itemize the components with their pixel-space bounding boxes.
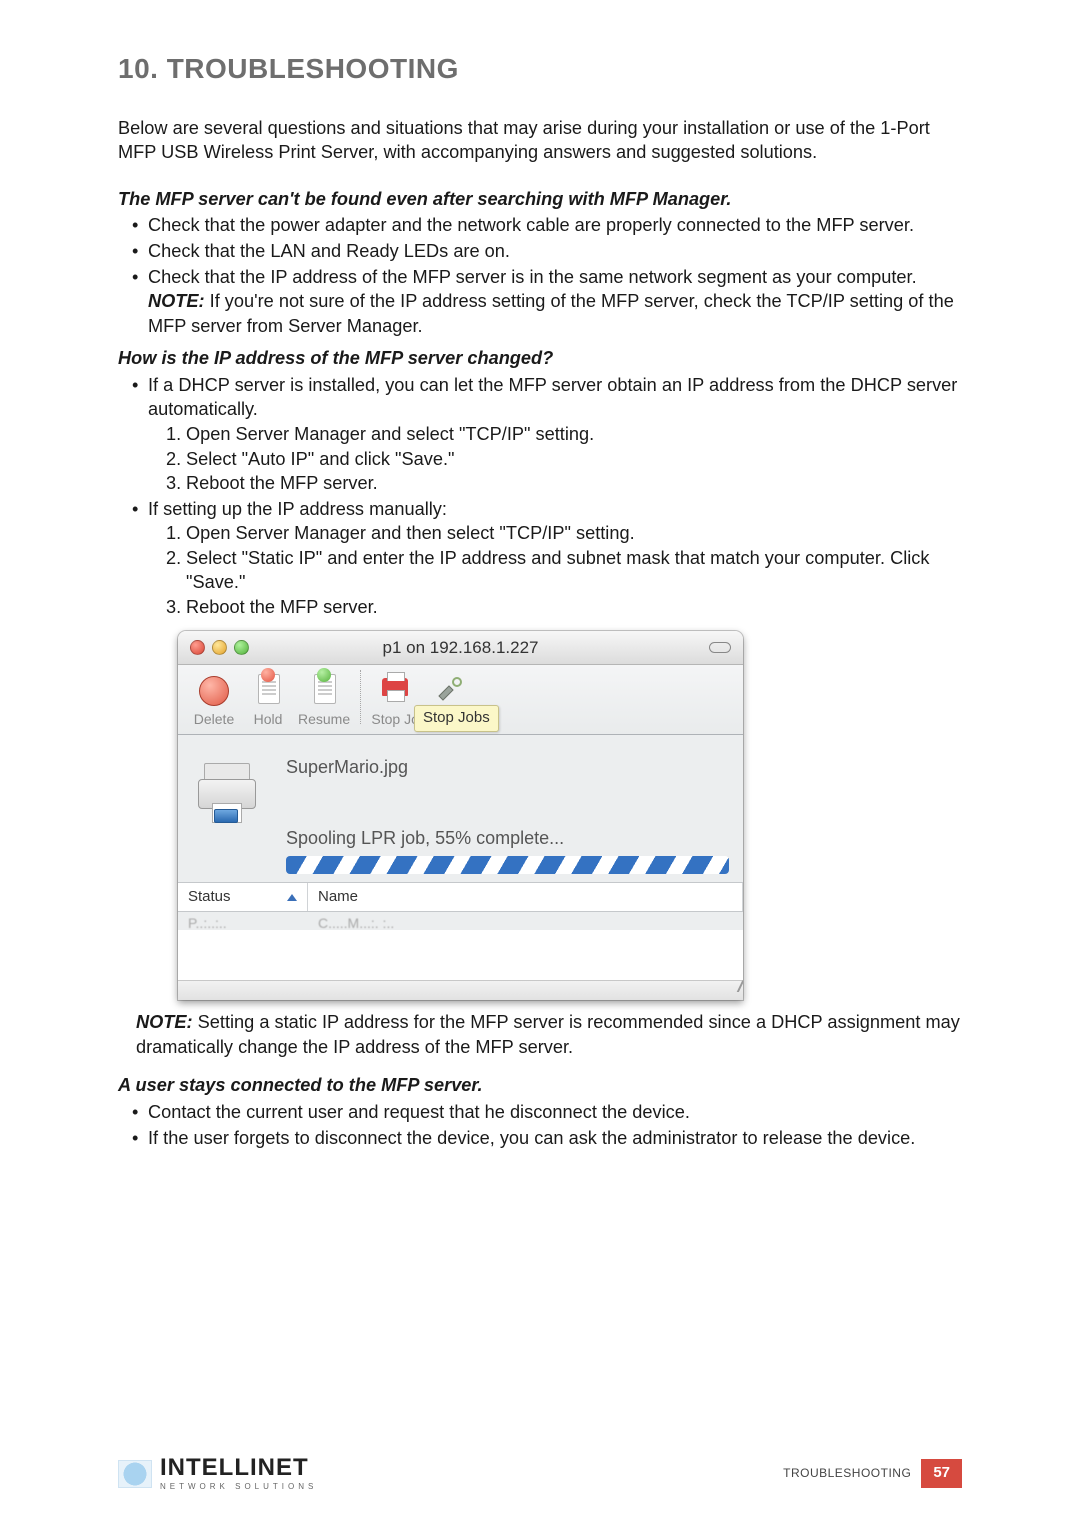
queue-table-header[interactable]: Status Name xyxy=(178,883,743,912)
stop-label: Stop Jo xyxy=(371,710,418,729)
q3-bullet-1: Contact the current user and request tha… xyxy=(118,1100,962,1125)
job-filename: SuperMario.jpg xyxy=(286,755,729,779)
brand-globe-icon xyxy=(118,1460,152,1488)
table-blank xyxy=(178,930,743,980)
q2-step2-1-text: Open Server Manager and then select "TCP… xyxy=(186,523,635,543)
utility-icon xyxy=(435,676,463,704)
footer-section-label: TROUBLESHOOTING xyxy=(783,1465,911,1481)
page-number-badge: 57 xyxy=(921,1459,962,1487)
q2-step2-2: 2.Select "Static IP" and enter the IP ad… xyxy=(148,546,962,595)
q2-step2-1: 1.Open Server Manager and then select "T… xyxy=(148,521,962,546)
toolbar-separator xyxy=(360,670,361,724)
print-queue-window: p1 on 192.168.1.227 Delete Hold Resume S… xyxy=(178,631,743,1000)
resume-label: Resume xyxy=(298,710,350,729)
intro-paragraph: Below are several questions and situatio… xyxy=(118,116,962,165)
resize-handle[interactable]: /// xyxy=(178,980,743,1000)
toolbar-toggle-icon[interactable] xyxy=(709,642,731,653)
col-status[interactable]: Status xyxy=(178,883,308,911)
brand: INTELLINET NETWORK SOLUTIONS xyxy=(118,1456,317,1491)
q2-step2-3-text: Reboot the MFP server. xyxy=(186,597,378,617)
row-name: C.....M...:. :.. xyxy=(318,914,733,928)
q1-b3-note-word: NOTE: xyxy=(148,291,205,311)
q2-step1-2-text: Select "Auto IP" and click "Save." xyxy=(186,449,454,469)
q1-bullet-3: Check that the IP address of the MFP ser… xyxy=(118,265,962,339)
q2-b2-text: If setting up the IP address manually: xyxy=(148,499,447,519)
q2-step1-1: 1.Open Server Manager and select "TCP/IP… xyxy=(148,422,962,447)
resume-dot-icon xyxy=(317,668,331,682)
window-title: p1 on 192.168.1.227 xyxy=(178,637,743,660)
q2-bullet-1: If a DHCP server is installed, you can l… xyxy=(118,373,962,496)
table-row[interactable]: P..:..:.. C.....M...:. :.. xyxy=(178,912,743,930)
note-word: NOTE: xyxy=(136,1012,193,1032)
delete-button[interactable]: Delete xyxy=(190,674,238,729)
q2-step1-3-text: Reboot the MFP server. xyxy=(186,473,378,493)
delete-label: Delete xyxy=(194,710,234,729)
titlebar[interactable]: p1 on 192.168.1.227 xyxy=(178,631,743,665)
brand-subtitle: NETWORK SOLUTIONS xyxy=(160,1483,317,1491)
q1-bullet-2: Check that the LAN and Ready LEDs are on… xyxy=(118,239,962,264)
printer-icon xyxy=(382,678,408,696)
hold-label: Hold xyxy=(254,710,283,729)
progress-bar xyxy=(286,856,729,874)
q3-bullet-2: If the user forgets to disconnect the de… xyxy=(118,1126,962,1151)
job-panel: SuperMario.jpg Spooling LPR job, 55% com… xyxy=(178,735,743,883)
stop-jobs-tooltip: Stop Jobs xyxy=(414,705,499,731)
printer-large-icon xyxy=(192,761,262,821)
zoom-icon[interactable] xyxy=(234,640,249,655)
hold-dot-icon xyxy=(261,668,275,682)
page-footer: INTELLINET NETWORK SOLUTIONS TROUBLESHOO… xyxy=(118,1456,962,1491)
hold-button[interactable]: Hold xyxy=(244,674,292,729)
sort-ascending-icon xyxy=(287,894,297,901)
q2-step1-1-text: Open Server Manager and select "TCP/IP" … xyxy=(186,424,594,444)
note-after-screenshot: NOTE: Setting a static IP address for th… xyxy=(118,1010,962,1059)
col-status-label: Status xyxy=(188,887,231,907)
resume-button[interactable]: Resume xyxy=(298,674,350,729)
brand-name: INTELLINET xyxy=(160,1456,317,1480)
minimize-icon[interactable] xyxy=(212,640,227,655)
delete-icon xyxy=(199,676,229,706)
resize-grip-icon: /// xyxy=(738,977,739,999)
col-name[interactable]: Name xyxy=(308,883,743,911)
close-icon[interactable] xyxy=(190,640,205,655)
q3-title: A user stays connected to the MFP server… xyxy=(118,1073,962,1098)
q2-step1-3: 3.Reboot the MFP server. xyxy=(148,471,962,496)
toolbar: Delete Hold Resume Stop Jo Stop Jobs xyxy=(178,665,743,735)
job-status-text: Spooling LPR job, 55% complete... xyxy=(286,826,729,850)
q1-b3-post: If you're not sure of the IP address set… xyxy=(148,291,954,336)
q1-b3-pre: Check that the IP address of the MFP ser… xyxy=(148,267,917,287)
q2-title: How is the IP address of the MFP server … xyxy=(118,346,962,371)
stop-jobs-button[interactable]: Stop Jo xyxy=(371,674,419,729)
q1-title: The MFP server can't be found even after… xyxy=(118,187,962,212)
note-text: Setting a static IP address for the MFP … xyxy=(136,1012,960,1057)
section-heading: 10. TROUBLESHOOTING xyxy=(118,50,962,88)
q2-bullet-2: If setting up the IP address manually: 1… xyxy=(118,497,962,620)
row-status: P..:..:.. xyxy=(188,914,318,928)
q2-step2-2-text: Select "Static IP" and enter the IP addr… xyxy=(186,548,929,593)
q2-step2-3: 3.Reboot the MFP server. xyxy=(148,595,962,620)
q1-bullet-1: Check that the power adapter and the net… xyxy=(118,213,962,238)
q2-b1-text: If a DHCP server is installed, you can l… xyxy=(148,375,957,420)
q2-step1-2: 2.Select "Auto IP" and click "Save." xyxy=(148,447,962,472)
